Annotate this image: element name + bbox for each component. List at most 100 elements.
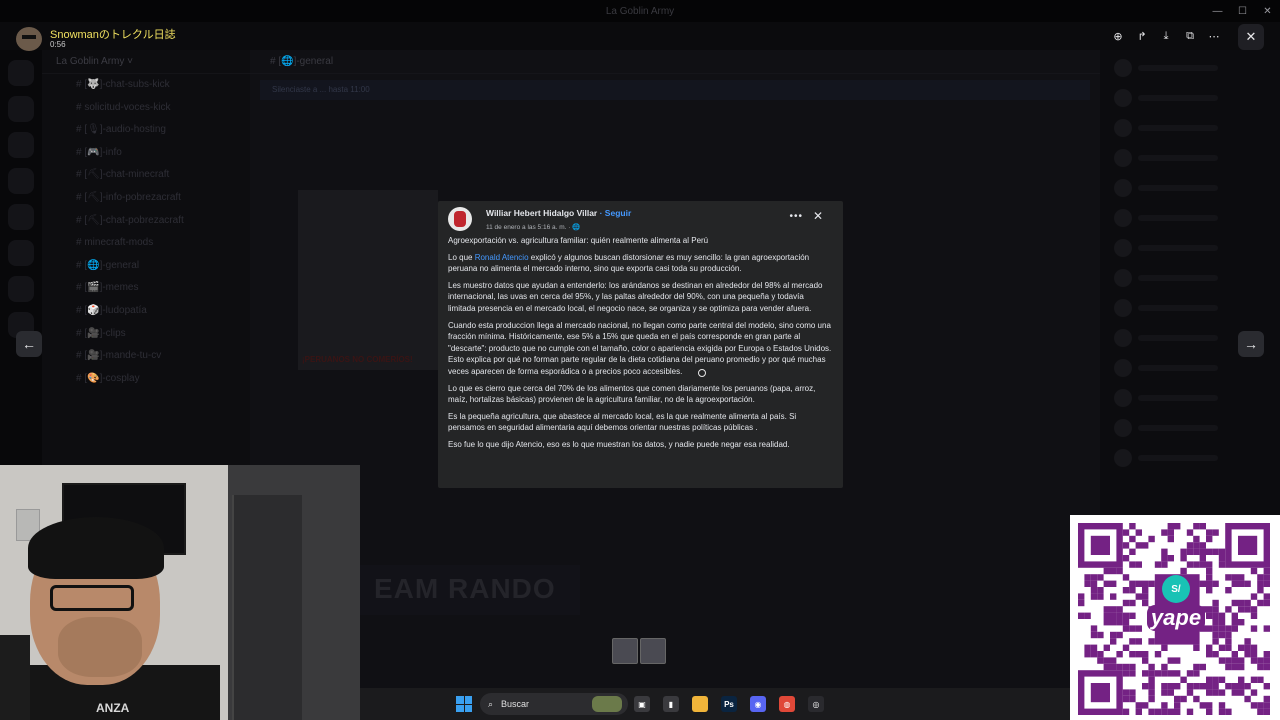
server-icon[interactable] bbox=[8, 96, 34, 122]
previous-image-button[interactable]: ← bbox=[16, 331, 42, 357]
qr-module bbox=[1078, 612, 1085, 619]
close-viewer-button[interactable]: ✕ bbox=[1238, 24, 1264, 50]
qr-module bbox=[1250, 689, 1258, 696]
member-item[interactable] bbox=[1114, 446, 1266, 470]
windows-start-icon[interactable] bbox=[456, 696, 472, 712]
chat-image[interactable]: ¡PERUANOS NO COMERÍOS! bbox=[298, 190, 438, 370]
post-author-avatar[interactable] bbox=[448, 207, 472, 231]
photoshop-icon[interactable]: Ps bbox=[721, 696, 737, 712]
qr-module bbox=[1122, 542, 1130, 549]
forward-icon[interactable]: ↱ bbox=[1132, 26, 1152, 46]
qr-module bbox=[1116, 619, 1123, 626]
qr-module bbox=[1257, 702, 1264, 709]
thumbnail[interactable] bbox=[612, 638, 638, 664]
qr-module bbox=[1218, 548, 1226, 555]
qr-module bbox=[1148, 689, 1155, 696]
server-name[interactable]: La Goblin Army ˅ bbox=[42, 50, 250, 74]
qr-module bbox=[1135, 593, 1142, 600]
qr-module bbox=[1122, 555, 1130, 562]
download-icon[interactable]: ⤓ bbox=[1156, 26, 1176, 46]
qr-module bbox=[1097, 651, 1104, 658]
member-item[interactable] bbox=[1114, 86, 1266, 110]
qr-module bbox=[1122, 529, 1130, 536]
channel-item[interactable]: # [⛏]-chat-pobrezacraft bbox=[42, 210, 250, 233]
channel-item[interactable]: # [🎮]-info bbox=[42, 142, 250, 165]
channel-item[interactable]: # [⛏]-chat-minecraft bbox=[42, 164, 250, 187]
discord-icon[interactable]: ◉ bbox=[750, 696, 766, 712]
member-item[interactable] bbox=[1114, 296, 1266, 320]
task-view-icon[interactable]: ▣ bbox=[634, 696, 650, 712]
server-icon[interactable] bbox=[8, 132, 34, 158]
search-icon: ⌕ bbox=[488, 698, 494, 709]
qr-module bbox=[1167, 683, 1174, 690]
uploader-avatar[interactable] bbox=[16, 27, 42, 51]
qr-module bbox=[1206, 529, 1213, 536]
member-item[interactable] bbox=[1114, 386, 1266, 410]
zoom-icon[interactable]: ⊕ bbox=[1108, 26, 1128, 46]
qr-module bbox=[1231, 689, 1238, 696]
file-explorer-icon[interactable] bbox=[692, 696, 708, 712]
channel-item[interactable]: # solicitud-voces-kick bbox=[42, 97, 250, 120]
qr-module bbox=[1186, 689, 1194, 696]
member-item[interactable] bbox=[1114, 206, 1266, 230]
channel-item[interactable]: # minecraft-mods bbox=[42, 232, 250, 255]
uploader-name[interactable]: Snowmanのトレクル日誌 bbox=[50, 26, 176, 42]
channel-item[interactable]: # [🎥]-mande-tu-cv bbox=[42, 345, 250, 368]
qr-module bbox=[1218, 631, 1226, 639]
mention-link[interactable]: Ronald Atencio bbox=[475, 253, 529, 262]
server-icon[interactable] bbox=[8, 168, 34, 194]
channel-item[interactable]: # [🎬]-memes bbox=[42, 277, 250, 300]
qr-module bbox=[1154, 708, 1162, 715]
server-icon[interactable] bbox=[8, 240, 34, 266]
open-external-icon[interactable]: ⧉ bbox=[1180, 26, 1200, 46]
qr-module bbox=[1090, 644, 1098, 651]
qr-module bbox=[1238, 606, 1245, 613]
qr-module bbox=[1193, 523, 1200, 530]
more-options-icon[interactable]: ••• bbox=[789, 211, 803, 222]
channel-item[interactable]: # [🎨]-cosplay bbox=[42, 368, 250, 391]
member-item[interactable] bbox=[1114, 56, 1266, 80]
follow-link[interactable]: · Seguir bbox=[597, 208, 632, 218]
thumbnail[interactable] bbox=[640, 638, 666, 664]
qr-module bbox=[1167, 689, 1174, 696]
member-item[interactable] bbox=[1114, 176, 1266, 200]
member-item[interactable] bbox=[1114, 416, 1266, 440]
channel-item[interactable]: # [🐺]-chat-subs-kick bbox=[42, 74, 250, 97]
facebook-post: Williar Hebert Hidalgo Villar · Seguir 1… bbox=[438, 201, 843, 488]
member-name-placeholder bbox=[1138, 365, 1218, 371]
channel-item[interactable]: # [🌐]-general bbox=[42, 255, 250, 278]
member-name-placeholder bbox=[1138, 95, 1218, 101]
qr-module bbox=[1129, 695, 1136, 703]
usb-icon[interactable]: ▮ bbox=[663, 696, 679, 712]
avatar bbox=[1114, 239, 1132, 257]
qr-module bbox=[1206, 574, 1213, 581]
qr-module bbox=[1161, 548, 1168, 555]
avatar bbox=[1114, 359, 1132, 377]
channel-item[interactable]: # [🎥]-clips bbox=[42, 323, 250, 346]
member-item[interactable] bbox=[1114, 116, 1266, 140]
more-icon[interactable]: ⋯ bbox=[1204, 26, 1224, 46]
member-item[interactable] bbox=[1114, 236, 1266, 260]
qr-module bbox=[1212, 599, 1219, 607]
obs-icon[interactable]: ◎ bbox=[808, 696, 824, 712]
minimize-icon[interactable]: — bbox=[1205, 0, 1230, 22]
member-item[interactable] bbox=[1114, 356, 1266, 380]
server-icon[interactable] bbox=[8, 204, 34, 230]
server-icon[interactable] bbox=[8, 60, 34, 86]
channel-item[interactable]: # [⛏]-info-pobrezacraft bbox=[42, 187, 250, 210]
taskbar-search[interactable]: ⌕ Buscar bbox=[480, 693, 628, 715]
member-item[interactable] bbox=[1114, 266, 1266, 290]
maximize-icon[interactable]: ☐ bbox=[1230, 0, 1255, 22]
server-icon[interactable] bbox=[8, 276, 34, 302]
qr-module bbox=[1116, 663, 1123, 671]
channel-item[interactable]: # [🎙]-audio-hosting bbox=[42, 119, 250, 142]
chrome-icon[interactable]: ◍ bbox=[779, 696, 795, 712]
post-author-name[interactable]: Williar Hebert Hidalgo Villar bbox=[486, 208, 597, 218]
qr-module bbox=[1186, 542, 1194, 549]
channel-item[interactable]: # [🎲]-ludopatía bbox=[42, 300, 250, 323]
member-item[interactable] bbox=[1114, 146, 1266, 170]
qr-module bbox=[1231, 599, 1238, 607]
close-icon[interactable]: ✕ bbox=[813, 209, 823, 223]
next-image-button[interactable]: → bbox=[1238, 331, 1264, 357]
window-close-icon[interactable]: ✕ bbox=[1255, 0, 1280, 22]
